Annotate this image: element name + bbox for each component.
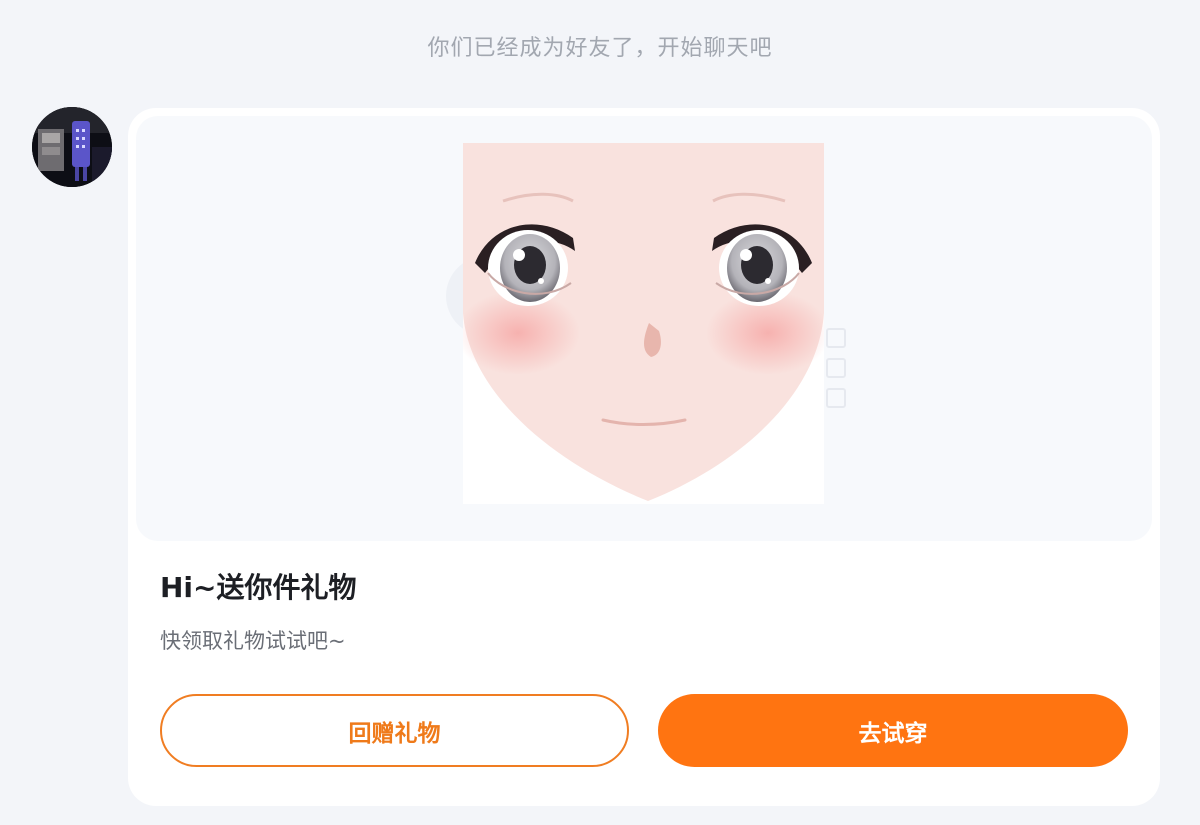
system-notice: 你们已经成为好友了，开始聊天吧 xyxy=(427,36,773,61)
user-avatar-icon xyxy=(32,107,112,187)
gift-message-card[interactable]: Hi~送你件礼物 快领取礼物试试吧~ 回赠礼物 去试穿 xyxy=(128,108,1160,806)
gift-subtitle: 快领取礼物试试吧~ xyxy=(160,629,346,653)
gift-preview[interactable] xyxy=(136,116,1152,541)
anime-face-sticker-icon xyxy=(463,143,824,504)
user-avatar[interactable] xyxy=(32,107,112,187)
placeholder-squares xyxy=(826,328,846,418)
try-on-button[interactable]: 去试穿 xyxy=(658,694,1128,767)
gift-title: Hi~送你件礼物 xyxy=(160,571,357,604)
return-gift-button[interactable]: 回赠礼物 xyxy=(160,694,629,767)
